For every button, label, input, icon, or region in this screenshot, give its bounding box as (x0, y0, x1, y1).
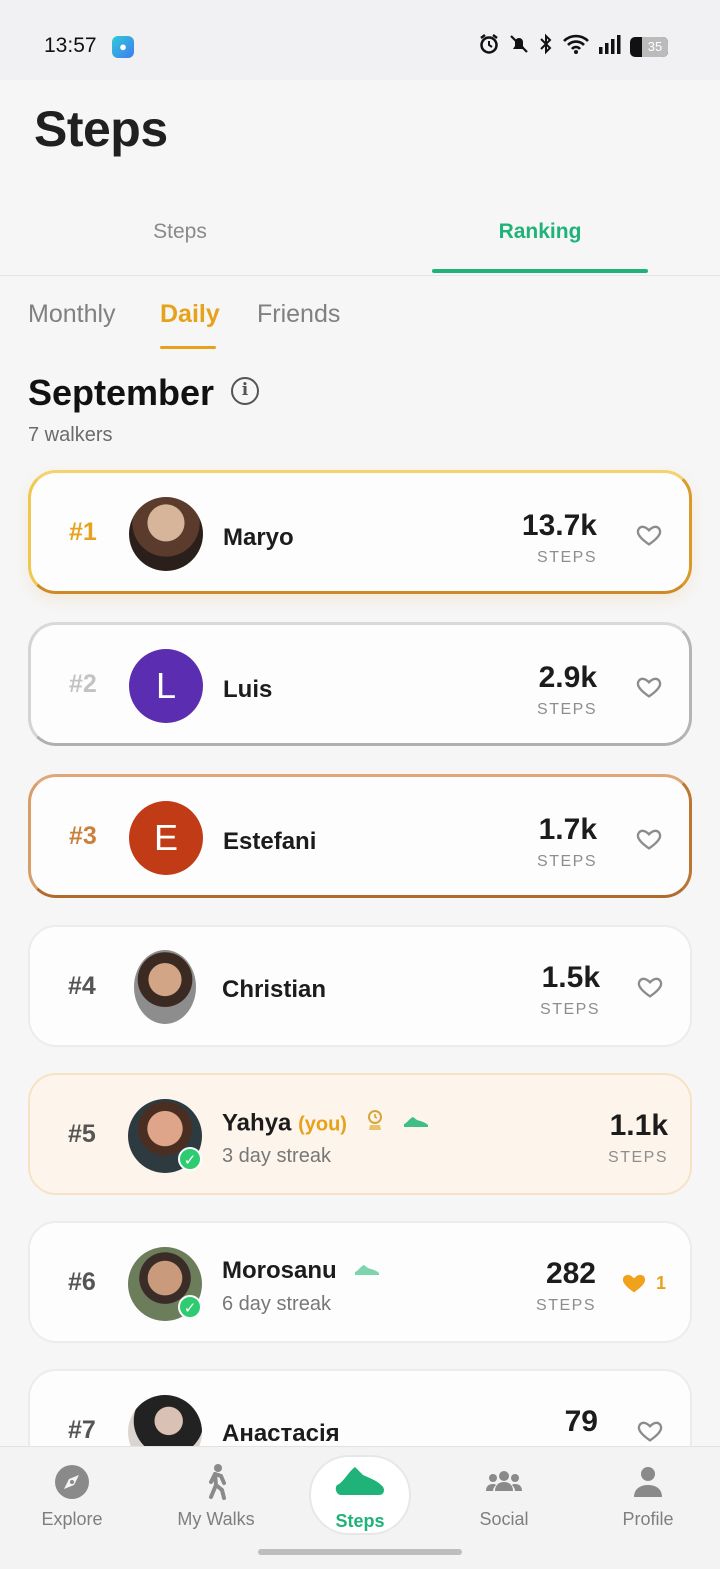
tab-ranking[interactable]: Ranking (432, 220, 648, 244)
ranking-card-1[interactable]: #1 Maryo 13.7k STEPS (28, 470, 692, 594)
page-title: Steps (34, 101, 168, 157)
tab-daily[interactable]: Daily (160, 300, 220, 329)
nav-explore[interactable]: Explore (0, 1447, 144, 1557)
compass-icon (55, 1465, 89, 1499)
sneaker-icon (402, 1112, 430, 1136)
you-tag: (you) (298, 1113, 347, 1136)
nav-label: Explore (41, 1509, 103, 1529)
rank-number: #2 (69, 669, 97, 698)
section-title: September (28, 372, 215, 413)
rank-number: #4 (68, 971, 96, 1000)
heart-icon[interactable] (636, 1417, 664, 1445)
person-icon (634, 1467, 662, 1497)
steps-label: STEPS (540, 1001, 600, 1018)
streak-text: 3 day streak (222, 1145, 331, 1167)
status-time: 13:57 (44, 34, 97, 57)
walker-icon (209, 1464, 226, 1500)
battery-icon: 35 (630, 36, 668, 57)
ranking-card-3[interactable]: #3 E Estefani 1.7k STEPS (28, 774, 692, 898)
ranking-card-4[interactable]: #4 Christian 1.5k STEPS (28, 925, 692, 1047)
alarm-icon (478, 33, 500, 60)
steps-value: 79 (564, 1405, 598, 1438)
active-period-indicator (160, 346, 216, 349)
shoe-icon (335, 1467, 384, 1495)
avatar: E (129, 801, 203, 875)
rank-number: #6 (68, 1267, 96, 1296)
rank-number: #5 (68, 1119, 96, 1148)
steps-value: 1.7k (538, 813, 597, 846)
avatar (129, 497, 203, 571)
wifi-icon (562, 33, 590, 60)
avatar-initial: E (153, 817, 178, 858)
nav-steps[interactable]: Steps (288, 1447, 432, 1557)
tab-friends[interactable]: Friends (257, 300, 340, 329)
mute-icon (508, 33, 530, 60)
steps-value: 13.7k (521, 509, 597, 542)
like-count: 1 (655, 1273, 666, 1293)
heart-filled-icon[interactable] (620, 1269, 648, 1297)
avatar (134, 950, 196, 1024)
steps-value: 2.9k (538, 661, 597, 694)
heart-icon[interactable] (635, 825, 663, 853)
nav-label: Steps (335, 1511, 385, 1531)
steps-value: 1.1k (609, 1109, 668, 1142)
active-tab-indicator (432, 269, 648, 273)
group-icon (486, 1471, 522, 1491)
home-indicator[interactable] (258, 1549, 462, 1555)
rank-number: #3 (69, 821, 97, 850)
main-tabs: Steps Ranking (0, 200, 720, 276)
steps-value: 282 (545, 1257, 596, 1290)
user-name: Анастасія (222, 1420, 340, 1447)
streak-text: 6 day streak (222, 1293, 331, 1315)
steps-value: 1.5k (541, 961, 600, 994)
ranking-card-6[interactable]: #6 ✓ Morosanu 6 day streak 282 STEPS 1 (28, 1221, 692, 1343)
heart-icon[interactable] (635, 673, 663, 701)
nav-my-walks[interactable]: My Walks (144, 1447, 288, 1557)
user-name: Estefani (223, 828, 317, 855)
avatar-initial: L (155, 665, 177, 706)
status-bar: 13:57 ● 35 (0, 0, 720, 80)
steps-label: STEPS (537, 549, 597, 566)
user-name: Morosanu (222, 1257, 337, 1284)
nav-profile[interactable]: Profile (576, 1447, 720, 1557)
nav-label: Social (479, 1509, 529, 1529)
tab-steps[interactable]: Steps (72, 220, 288, 244)
rank-number: #1 (69, 517, 97, 546)
notification-app-icon: ● (112, 36, 134, 58)
bluetooth-icon (538, 33, 554, 60)
steps-label: STEPS (537, 853, 597, 870)
trophy-icon (364, 1109, 386, 1139)
battery-level: 35 (642, 36, 668, 57)
walker-count: 7 walkers (28, 424, 113, 446)
verified-check-icon: ✓ (178, 1295, 202, 1319)
user-name: Luis (223, 676, 273, 703)
tab-monthly[interactable]: Monthly (28, 300, 116, 329)
steps-label: STEPS (608, 1149, 668, 1166)
user-name-row: Morosanu (222, 1257, 381, 1285)
user-name: Yahya (222, 1109, 292, 1137)
steps-label: STEPS (537, 701, 597, 718)
ranking-card-5-you[interactable]: #5 ✓ Yahya (you) 3 day streak 1.1k STEPS (28, 1073, 692, 1195)
sneaker-icon (353, 1260, 381, 1284)
signal-icon (598, 33, 622, 60)
verified-check-icon: ✓ (178, 1147, 202, 1171)
heart-icon[interactable] (636, 973, 664, 1001)
steps-label: STEPS (536, 1297, 596, 1314)
heart-icon[interactable] (635, 521, 663, 549)
user-name: Maryo (223, 524, 294, 551)
user-name-row: Yahya (you) (222, 1109, 430, 1139)
status-icons: 35 (478, 33, 668, 60)
ranking-card-2[interactable]: #2 L Luis 2.9k STEPS (28, 622, 692, 746)
avatar: L (129, 649, 203, 723)
user-name: Christian (222, 976, 327, 1003)
nav-label: My Walks (177, 1509, 255, 1529)
info-icon[interactable]: i (231, 377, 259, 405)
nav-social[interactable]: Social (432, 1447, 576, 1557)
nav-label: Profile (622, 1509, 674, 1529)
